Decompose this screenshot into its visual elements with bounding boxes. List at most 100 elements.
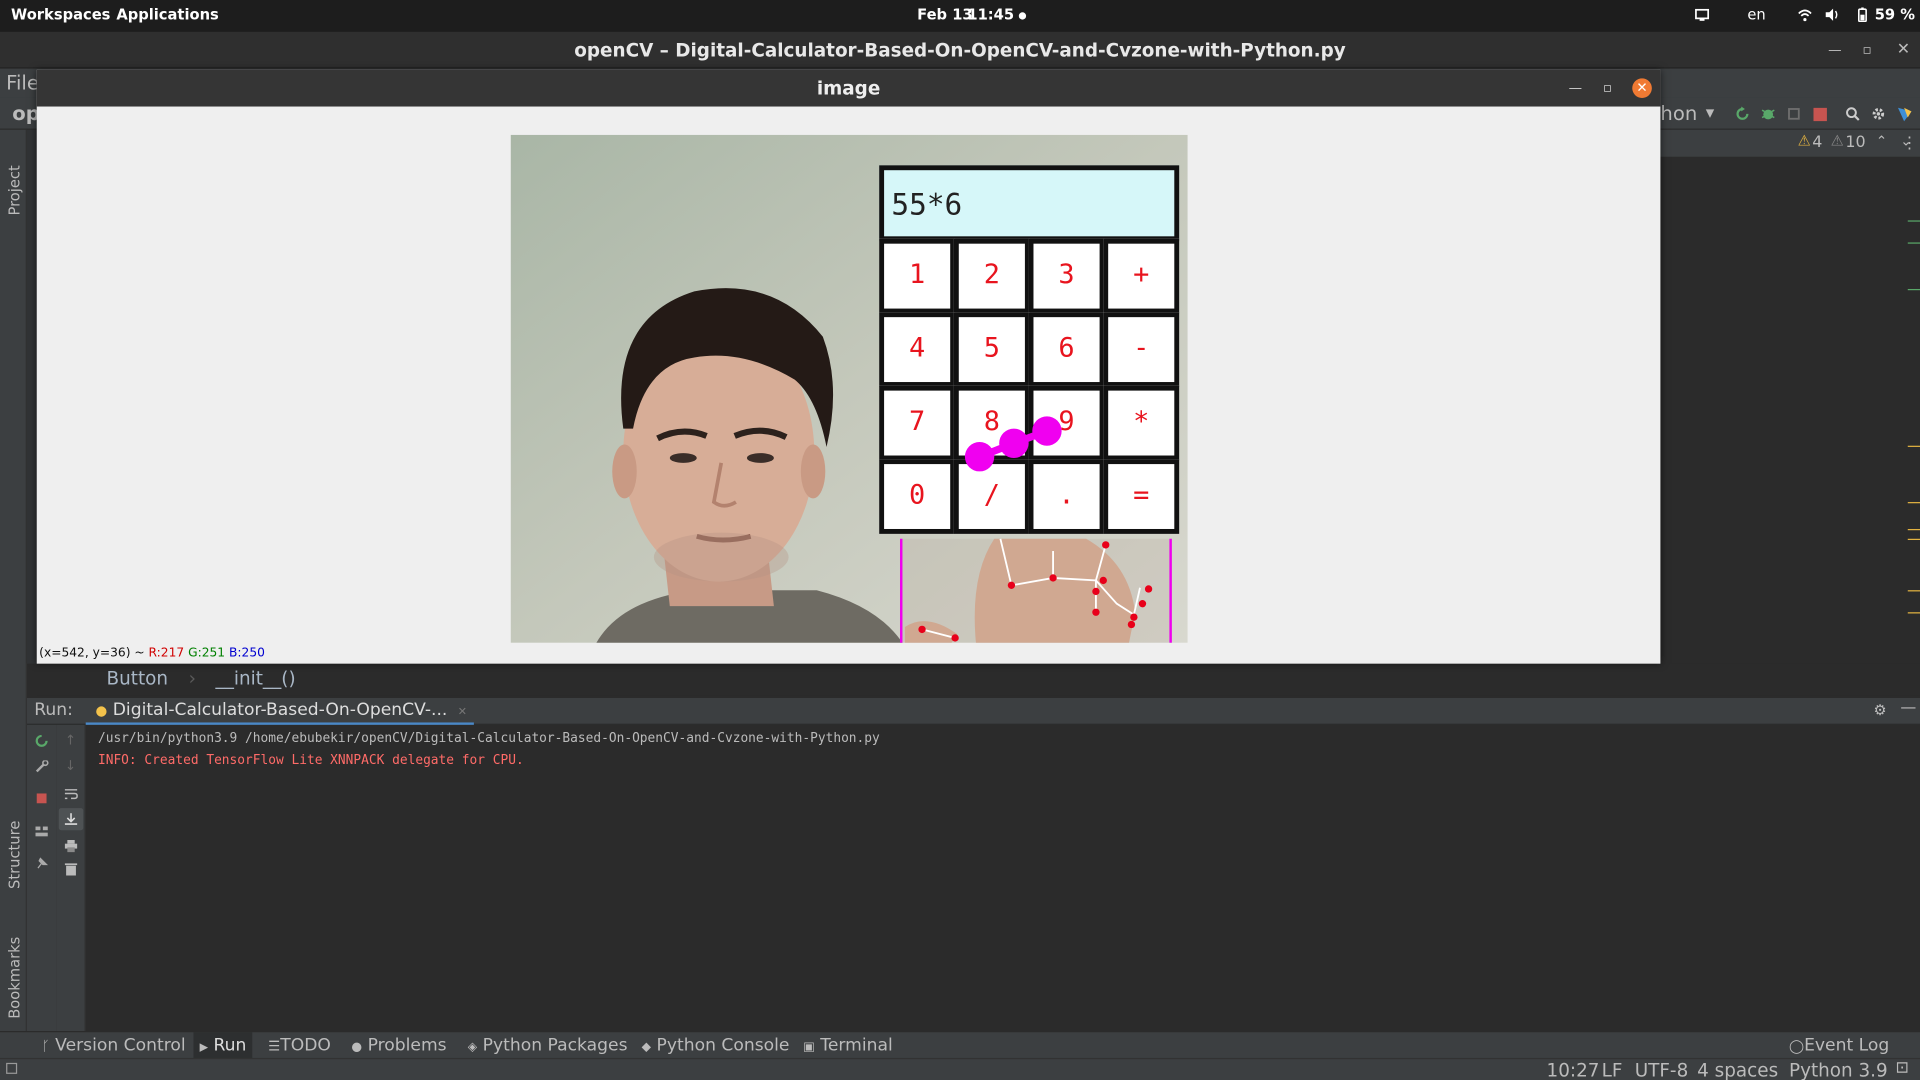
calc-key-minus[interactable]: - bbox=[1103, 312, 1180, 387]
tool-window-version-control[interactable]: ᚴ Version Control bbox=[42, 1036, 186, 1056]
calc-key-multiply[interactable]: * bbox=[1103, 385, 1180, 461]
jetbrains-logo-icon[interactable] bbox=[1897, 107, 1913, 123]
calc-key-3[interactable]: 3 bbox=[1028, 238, 1105, 314]
close-tab-icon[interactable]: ✕ bbox=[458, 707, 467, 719]
warning-icon[interactable]: ⚠ bbox=[1798, 132, 1811, 149]
trash-icon[interactable] bbox=[64, 863, 79, 876]
calc-key-plus[interactable]: + bbox=[1103, 238, 1180, 314]
display-icon[interactable] bbox=[1695, 7, 1710, 22]
scroll-marker bbox=[1907, 220, 1920, 222]
stop-icon[interactable] bbox=[1813, 107, 1827, 122]
calc-key-6[interactable]: 6 bbox=[1028, 312, 1105, 387]
date-label[interactable]: Feb 13 bbox=[917, 6, 973, 23]
weak-warning-count[interactable]: 10 bbox=[1845, 133, 1865, 151]
menu-file[interactable]: File bbox=[6, 71, 39, 94]
event-log-button[interactable]: ◯Event Log bbox=[1789, 1036, 1889, 1056]
run-actions-toolbar bbox=[26, 724, 57, 1032]
chevron-down-icon[interactable]: ▼ bbox=[1706, 108, 1714, 120]
lock-icon[interactable]: ⊡ bbox=[1896, 1059, 1909, 1077]
minimize-icon[interactable]: — bbox=[1828, 32, 1841, 69]
more-options-icon[interactable]: ⋮ bbox=[1902, 135, 1918, 153]
tool-window-label: Problems bbox=[367, 1035, 447, 1056]
event-log-label: Event Log bbox=[1804, 1035, 1890, 1056]
warning-count[interactable]: 4 bbox=[1812, 133, 1822, 151]
console-output[interactable]: /usr/bin/python3.9 /home/ebubekir/openCV… bbox=[85, 724, 1920, 1032]
tool-window-label: Terminal bbox=[820, 1035, 893, 1056]
hide-panel-icon[interactable]: — bbox=[1900, 699, 1916, 717]
console-line: /usr/bin/python3.9 /home/ebubekir/openCV… bbox=[97, 731, 880, 746]
print-icon[interactable] bbox=[64, 840, 79, 853]
close-icon[interactable]: ✕ bbox=[1632, 78, 1652, 98]
pin-icon[interactable] bbox=[34, 857, 49, 869]
arrow-down-icon[interactable]: ↓ bbox=[65, 758, 76, 774]
scroll-marker bbox=[1907, 445, 1920, 447]
maximize-icon[interactable]: ▫ bbox=[1603, 70, 1612, 107]
calc-key-decimal[interactable]: . bbox=[1028, 459, 1105, 534]
scroll-to-end-toggle[interactable] bbox=[58, 808, 84, 831]
calc-key-8[interactable]: 8 bbox=[953, 385, 1030, 461]
wifi-icon[interactable] bbox=[1798, 7, 1813, 22]
applications-button[interactable]: Applications bbox=[116, 6, 218, 23]
scroll-marker bbox=[1907, 612, 1920, 614]
close-icon[interactable]: ✕ bbox=[1897, 32, 1910, 69]
calc-key-equals[interactable]: = bbox=[1103, 459, 1180, 534]
minimize-icon[interactable]: — bbox=[1569, 70, 1582, 107]
structure-tool-tab[interactable]: Structure bbox=[6, 821, 23, 889]
calc-key-9[interactable]: 9 bbox=[1028, 385, 1105, 461]
tool-window-problems[interactable]: ● Problems bbox=[351, 1036, 446, 1056]
tool-window-python-console[interactable]: ◆ Python Console bbox=[642, 1036, 790, 1056]
webcam-frame[interactable]: 55*6 1 2 3 +4 5 6- 7 8 9 * 0/. = bbox=[510, 134, 1188, 643]
calc-key-1[interactable]: 1 bbox=[879, 238, 956, 314]
clock-label[interactable]: 11:45 bbox=[967, 6, 1014, 23]
arrow-up-icon[interactable]: ↑ bbox=[65, 732, 76, 748]
run-tab[interactable]: ● Digital-Calculator-Based-On-OpenCV-...… bbox=[85, 698, 475, 725]
tool-window-label: Python Packages bbox=[482, 1035, 628, 1056]
tool-window-label: Version Control bbox=[55, 1035, 186, 1056]
breadcrumb-method[interactable]: __init__() bbox=[216, 667, 296, 689]
bookmarks-tool-tab[interactable]: Bookmarks bbox=[6, 937, 23, 1019]
weak-warning-icon[interactable]: ⚠ bbox=[1831, 132, 1844, 149]
battery-icon[interactable] bbox=[1855, 7, 1870, 23]
opencv-image-window: image — ▫ ✕ 55*6 1 2 3 + 4 5 6 - 7 8 9 *… bbox=[36, 69, 1661, 664]
line-separator[interactable]: LF bbox=[1602, 1059, 1623, 1080]
tool-window-python-packages[interactable]: ◈ Python Packages bbox=[468, 1036, 628, 1056]
layout-icon[interactable] bbox=[34, 825, 49, 837]
workspaces-button[interactable]: Workspaces bbox=[11, 6, 110, 23]
calc-key-0[interactable]: 0 bbox=[879, 459, 956, 534]
pixel-blue: B:250 bbox=[229, 646, 265, 661]
chevron-up-icon[interactable]: ⌃ bbox=[1876, 133, 1887, 149]
file-encoding[interactable]: UTF-8 bbox=[1635, 1059, 1689, 1080]
gear-icon[interactable]: ⚙ bbox=[1873, 702, 1886, 719]
keyboard-language[interactable]: en bbox=[1747, 6, 1765, 23]
search-icon[interactable] bbox=[1845, 107, 1860, 122]
tool-window-terminal[interactable]: ▣ Terminal bbox=[803, 1036, 892, 1056]
stop-icon[interactable] bbox=[34, 792, 49, 804]
rerun-icon[interactable] bbox=[1735, 106, 1750, 122]
maximize-icon[interactable]: ▫ bbox=[1862, 32, 1871, 69]
calc-key-divide[interactable]: / bbox=[953, 459, 1030, 534]
ide-window-titlebar: openCV – Digital-Calculator-Based-On-Ope… bbox=[0, 31, 1920, 69]
project-name[interactable]: op bbox=[12, 102, 39, 125]
wrench-icon[interactable] bbox=[34, 760, 49, 773]
calc-key-5[interactable]: 5 bbox=[953, 312, 1030, 387]
rerun-icon[interactable] bbox=[34, 734, 49, 747]
panel-toggle-icon[interactable] bbox=[6, 1062, 18, 1074]
tool-window-run[interactable]: ▶ Run bbox=[193, 1032, 253, 1060]
breadcrumb-class[interactable]: Button bbox=[107, 667, 169, 689]
volume-icon[interactable] bbox=[1825, 7, 1840, 22]
coverage-icon[interactable] bbox=[1787, 107, 1802, 122]
calc-key-2[interactable]: 2 bbox=[953, 238, 1030, 314]
project-tool-tab[interactable]: Project bbox=[6, 165, 23, 215]
caret-position[interactable]: 10:27 bbox=[1547, 1059, 1600, 1080]
scroll-marker bbox=[1907, 590, 1920, 592]
settings-icon[interactable] bbox=[1871, 107, 1886, 122]
debug-icon[interactable] bbox=[1761, 107, 1776, 122]
indent-setting[interactable]: 4 spaces bbox=[1697, 1059, 1778, 1080]
run-configuration-selector[interactable]: hon bbox=[1660, 102, 1697, 125]
tool-window-todo[interactable]: ☰TODO bbox=[268, 1036, 331, 1056]
soft-wrap-icon[interactable] bbox=[64, 787, 79, 800]
python-interpreter[interactable]: Python 3.9 bbox=[1789, 1059, 1888, 1080]
scroll-marker bbox=[1907, 288, 1920, 291]
calc-key-7[interactable]: 7 bbox=[879, 385, 956, 461]
calc-key-4[interactable]: 4 bbox=[879, 312, 956, 387]
